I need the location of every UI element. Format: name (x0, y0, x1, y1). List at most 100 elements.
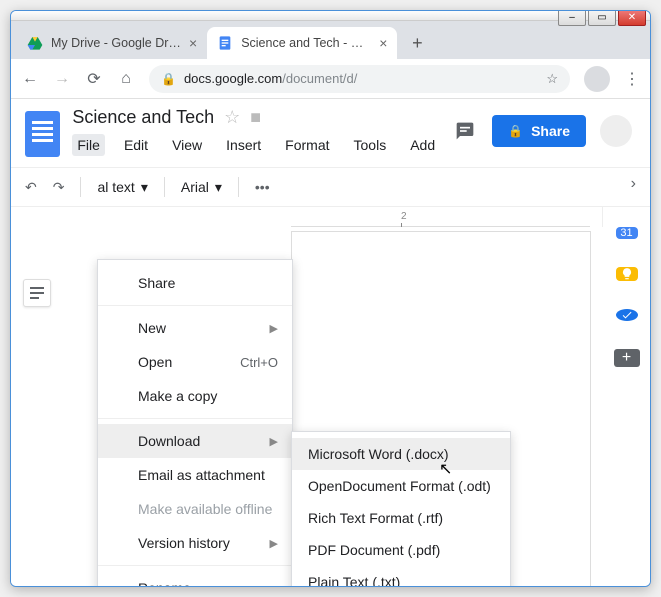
tab-strip: My Drive - Google Drive × Science and Te… (11, 21, 650, 59)
docs-app: Science and Tech ☆ ■ File Edit View Inse… (11, 99, 650, 586)
keep-icon[interactable] (616, 267, 638, 281)
star-icon[interactable]: ☆ (224, 107, 240, 128)
menu-label: Version history (138, 535, 260, 551)
menu-addons[interactable]: Add (405, 134, 440, 156)
calendar-icon[interactable]: 31 (616, 227, 638, 239)
menu-separator (98, 418, 292, 419)
tab-close-icon[interactable]: × (189, 35, 197, 51)
menu-item-version-history[interactable]: Version history ▶ (98, 526, 292, 560)
docs-logo-icon[interactable] (25, 111, 60, 157)
menu-label: Make available offline (138, 501, 278, 517)
menu-bar: File Edit View Insert Format Tools Add (72, 134, 440, 156)
submenu-item-docx[interactable]: Microsoft Word (.docx) (292, 438, 510, 470)
menu-separator (98, 565, 292, 566)
menu-item-new[interactable]: New▶ (98, 311, 292, 345)
bookmark-star-icon[interactable]: ☆ (546, 71, 558, 87)
window-maximize-button[interactable]: ▭ (588, 10, 616, 26)
menu-label: Open (138, 354, 230, 370)
new-tab-button[interactable]: + (403, 29, 431, 57)
redo-button[interactable]: ↷ (53, 179, 65, 196)
browser-window: – ▭ ✕ My Drive - Google Drive × Science … (10, 10, 651, 587)
menu-label: Download (138, 433, 260, 449)
submenu-arrow-icon: ▶ (270, 435, 278, 448)
menu-item-make-copy[interactable]: Make a copy (98, 379, 292, 413)
folder-icon[interactable]: ■ (250, 107, 261, 128)
profile-avatar[interactable] (584, 66, 610, 92)
ruler-tick: 2 (401, 211, 407, 222)
browser-tab-drive[interactable]: My Drive - Google Drive × (17, 27, 207, 59)
submenu-item-odt[interactable]: OpenDocument Format (.odt) (292, 470, 510, 502)
paragraph-style-select[interactable]: al text ▾ (97, 179, 147, 196)
outline-toggle[interactable] (23, 279, 51, 307)
download-submenu: Microsoft Word (.docx) OpenDocument Form… (291, 431, 511, 586)
document-title[interactable]: Science and Tech (72, 107, 214, 128)
menu-edit[interactable]: Edit (119, 134, 153, 156)
drive-icon (27, 35, 43, 51)
menu-tools[interactable]: Tools (349, 134, 392, 156)
menu-item-email-attachment[interactable]: Email as attachment (98, 458, 292, 492)
undo-button[interactable]: ↶ (25, 179, 37, 196)
file-menu-dropdown: Share New▶ OpenCtrl+O Make a copy Downlo… (97, 259, 293, 586)
menu-item-offline[interactable]: Make available offline (98, 492, 292, 526)
separator (238, 177, 239, 197)
browser-tab-docs[interactable]: Science and Tech - Google × (207, 27, 397, 59)
url-input[interactable]: 🔒 docs.google.com/document/d/ ☆ (149, 65, 570, 93)
font-label: Arial (181, 179, 209, 195)
separator (80, 177, 81, 197)
share-button[interactable]: 🔒 Share (492, 115, 586, 147)
tasks-icon[interactable] (616, 309, 638, 321)
menu-format[interactable]: Format (280, 134, 334, 156)
submenu-item-txt[interactable]: Plain Text (.txt) (292, 566, 510, 586)
menu-insert[interactable]: Insert (221, 134, 266, 156)
menu-item-rename[interactable]: Rename (98, 571, 292, 586)
submenu-arrow-icon: ▶ (270, 537, 278, 550)
tab-close-icon[interactable]: × (379, 35, 387, 51)
menu-label: New (138, 320, 260, 336)
tab-title: Science and Tech - Google (241, 36, 371, 50)
url-path: /document/d/ (282, 71, 357, 86)
submenu-item-pdf[interactable]: PDF Document (.pdf) (292, 534, 510, 566)
style-label: al text (97, 179, 134, 195)
menu-label: Make a copy (138, 388, 278, 404)
submenu-item-rtf[interactable]: Rich Text Format (.rtf) (292, 502, 510, 534)
account-avatar[interactable] (600, 115, 632, 147)
back-button[interactable]: ← (21, 70, 39, 88)
address-bar: ← → ⟳ ⌂ 🔒 docs.google.com/document/d/ ☆ … (11, 59, 650, 99)
more-tools-button[interactable]: ••• (255, 179, 270, 195)
docs-toolbar: ↶ ↷ al text ▾ Arial ▾ ••• (11, 167, 650, 207)
window-titlebar: – ▭ ✕ (11, 11, 650, 21)
menu-separator (98, 305, 292, 306)
menu-label: Email as attachment (138, 467, 278, 483)
font-select[interactable]: Arial ▾ (181, 179, 222, 196)
chevron-down-icon: ▾ (215, 179, 222, 196)
chevron-down-icon: ▾ (141, 179, 148, 196)
share-label: Share (531, 123, 570, 139)
side-panel: 31 + (602, 207, 650, 227)
menu-label: Rename (138, 580, 278, 586)
window-close-button[interactable]: ✕ (618, 10, 646, 26)
chevron-right-icon[interactable]: › (631, 175, 636, 193)
menu-item-download[interactable]: Download ▶ (98, 424, 292, 458)
lock-icon: 🔒 (161, 72, 176, 86)
lock-icon: 🔒 (508, 124, 523, 138)
menu-item-open[interactable]: Open Ctrl+O (98, 345, 292, 379)
menu-label: Share (138, 275, 278, 291)
menu-item-share[interactable]: Share (98, 266, 292, 300)
comments-icon[interactable] (452, 120, 478, 142)
docs-icon (217, 35, 233, 51)
menu-view[interactable]: View (167, 134, 207, 156)
menu-file[interactable]: File (72, 134, 105, 156)
browser-menu-icon[interactable]: ⋮ (624, 69, 640, 89)
docs-header: Science and Tech ☆ ■ File Edit View Inse… (11, 99, 650, 157)
ruler: 2 (291, 211, 590, 227)
home-button[interactable]: ⌂ (117, 70, 135, 88)
url-host: docs.google.com (184, 71, 282, 86)
separator (164, 177, 165, 197)
window-minimize-button[interactable]: – (558, 10, 586, 26)
url-text: docs.google.com/document/d/ (184, 71, 357, 86)
forward-button[interactable]: → (53, 70, 71, 88)
menu-shortcut: Ctrl+O (240, 355, 278, 370)
addons-plus-icon[interactable]: + (614, 349, 640, 367)
reload-button[interactable]: ⟳ (85, 69, 103, 89)
tab-title: My Drive - Google Drive (51, 36, 181, 50)
